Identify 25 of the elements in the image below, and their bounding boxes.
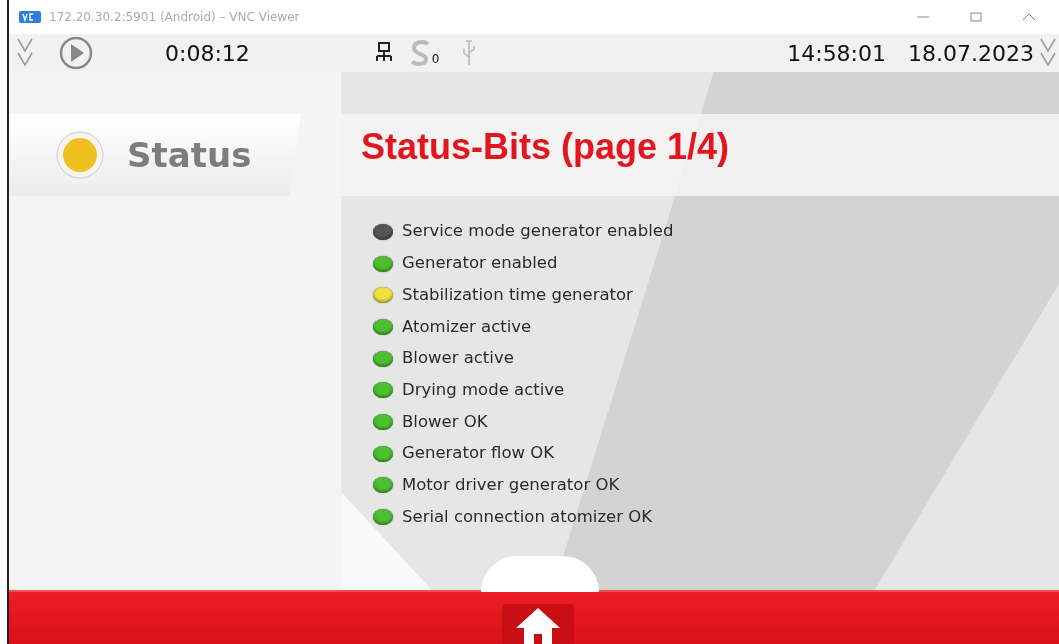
status-label: Serial connection atomizer OK [402,505,653,528]
status-label: Stabilization time generator [402,283,633,306]
chevron-down-icon[interactable] [1038,37,1058,69]
status-label: Atomizer active [402,315,532,338]
app-icon [19,11,41,23]
maximize-icon[interactable] [970,12,982,22]
window-title: 172.20.30.2:5901 (Android) – VNC Viewer [49,9,300,26]
usb-icon [461,39,478,67]
status-label: Drying mode active [402,378,565,401]
serial-count: 0 [431,51,440,68]
date: 18.07.2023 [908,39,1034,68]
play-icon[interactable] [59,36,93,70]
page-title: Status-Bits (page 1/4) [361,126,730,167]
status-label: Motor driver generator OK [402,473,620,496]
section-label: Status [127,133,252,177]
status-label: Generator enabled [402,252,558,275]
chevron-down-icon[interactable] [15,37,35,69]
status-label: Generator flow OK [402,442,555,465]
clock-time: 14:58:01 [787,39,887,68]
collapse-icon[interactable] [1022,12,1036,22]
home-button[interactable] [501,604,574,644]
elapsed-time: 0:08:12 [165,39,250,68]
status-label: Blower active [402,347,514,370]
status-label: Service mode generator enabled [402,220,674,243]
status-label: Blower OK [402,410,488,433]
